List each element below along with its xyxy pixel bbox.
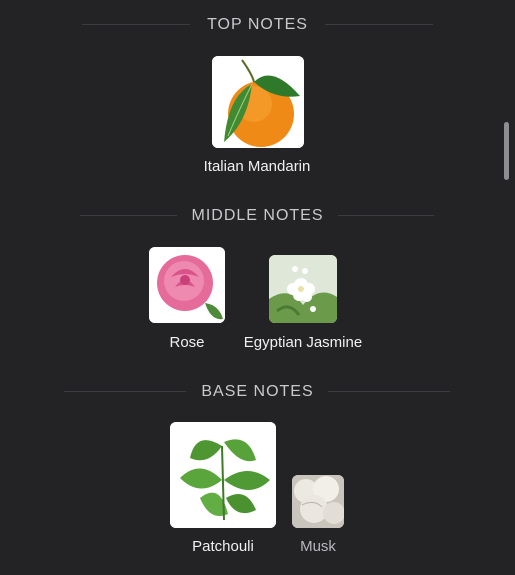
note-label: Musk	[300, 538, 336, 555]
patchouli-image	[170, 422, 276, 528]
section-title-top-notes: TOP NOTES	[193, 16, 322, 33]
note-label: Rose	[169, 334, 205, 351]
section-title-middle-notes: MIDDLE NOTES	[177, 207, 338, 224]
musk-image	[292, 475, 344, 528]
note-label: Italian Mandarin	[203, 158, 311, 175]
scrollbar-thumb[interactable]	[504, 122, 509, 180]
rose-image	[149, 247, 225, 323]
mandarin-image	[212, 56, 304, 148]
section-header-base-notes: BASE NOTES	[0, 380, 515, 404]
note-label: Egyptian Jasmine	[243, 334, 363, 351]
section-title-base-notes: BASE NOTES	[187, 383, 328, 400]
section-header-middle-notes: MIDDLE NOTES	[0, 204, 515, 228]
note-label: Patchouli	[192, 538, 254, 555]
section-header-top-notes: TOP NOTES	[0, 13, 515, 37]
jasmine-image	[269, 255, 337, 323]
